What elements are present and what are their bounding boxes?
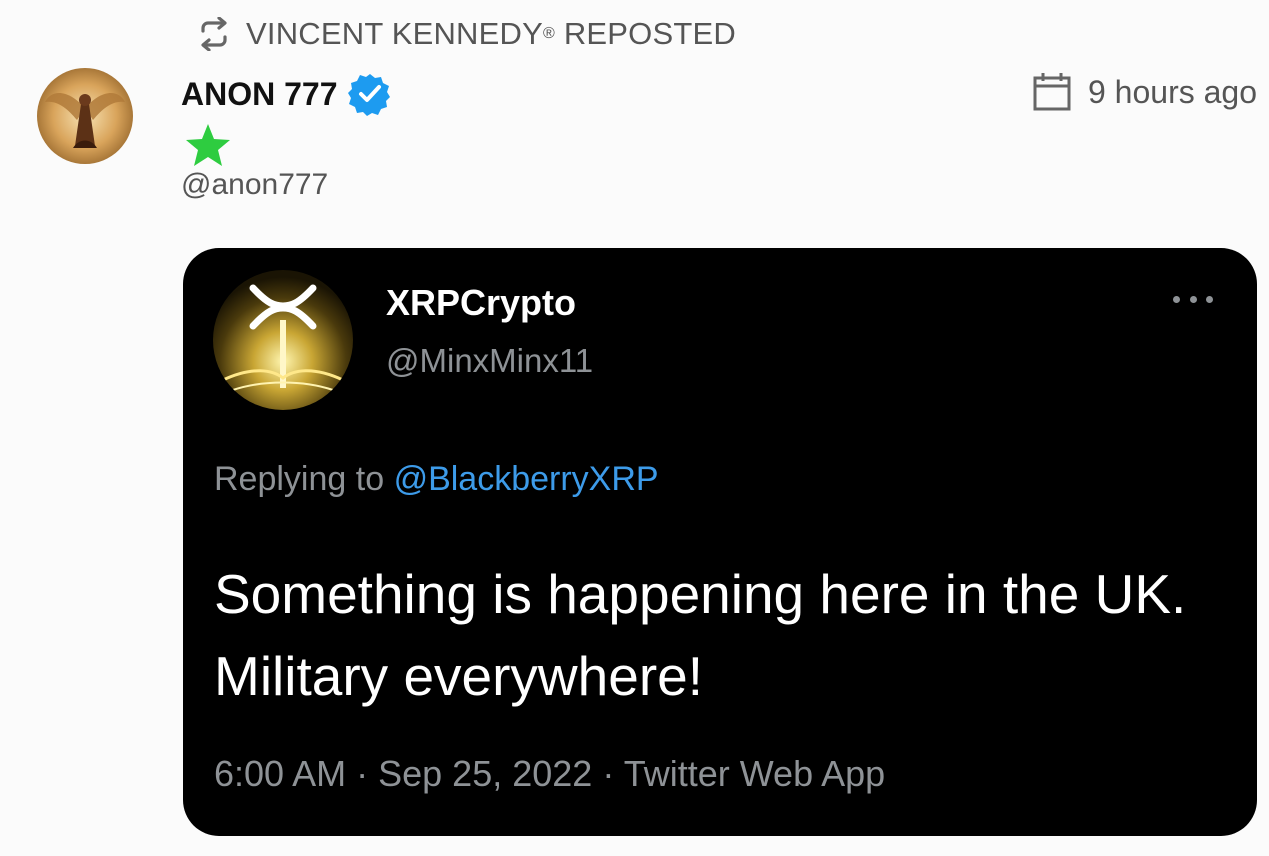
more-dot bbox=[1206, 295, 1213, 303]
replying-to-line: Replying to @BlackberryXRP bbox=[214, 460, 659, 499]
tweet-text: Something is happening here in the UK. M… bbox=[214, 563, 1187, 707]
author-name[interactable]: ANON 777 bbox=[181, 72, 392, 116]
tweet-time[interactable]: 6:00 AM bbox=[214, 753, 346, 794]
author-handle[interactable]: @anon777 bbox=[181, 168, 328, 202]
meta-separator: · bbox=[602, 753, 615, 794]
embedded-display-name[interactable]: XRPCrypto bbox=[386, 282, 576, 324]
tweet-source[interactable]: Twitter Web App bbox=[624, 753, 885, 794]
more-dot bbox=[1189, 295, 1197, 303]
embedded-tweet-card[interactable]: XRPCrypto @MinxMinx11 Replying to @Black… bbox=[183, 248, 1257, 836]
author-avatar[interactable] bbox=[37, 68, 133, 164]
green-star-icon bbox=[184, 122, 232, 168]
time-ago-text: 9 hours ago bbox=[1087, 73, 1257, 110]
replying-to-link[interactable]: @BlackberryXRP bbox=[394, 460, 659, 498]
repost-icon bbox=[194, 17, 234, 51]
more-options-icon[interactable] bbox=[1173, 292, 1213, 306]
post-timestamp: 9 hours ago bbox=[1032, 68, 1257, 116]
embedded-handle[interactable]: @MinxMinx11 bbox=[386, 342, 593, 380]
meta-separator: · bbox=[356, 753, 369, 794]
more-dot bbox=[1173, 295, 1180, 303]
replying-prefix: Replying to bbox=[214, 460, 385, 498]
verified-badge-icon bbox=[347, 72, 392, 116]
repost-label[interactable]: VINCENT KENNEDY® REPOSTED bbox=[246, 16, 736, 52]
repost-header: VINCENT KENNEDY® REPOSTED bbox=[194, 12, 736, 56]
calendar-icon bbox=[1032, 72, 1072, 112]
author-display-name[interactable]: ANON 777 bbox=[181, 76, 338, 113]
xrp-logo-avatar[interactable] bbox=[213, 270, 353, 410]
tweet-meta: 6:00 AM · Sep 25, 2022 · Twitter Web App bbox=[214, 753, 885, 795]
repost-post: VINCENT KENNEDY® REPOSTED ANON 777 @anon… bbox=[0, 0, 1269, 856]
tweet-date[interactable]: Sep 25, 2022 bbox=[378, 753, 592, 794]
